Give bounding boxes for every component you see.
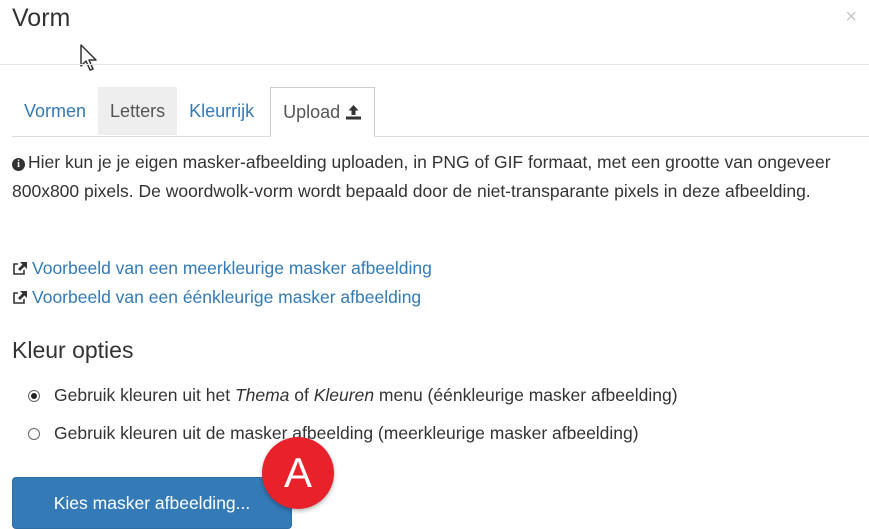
color-options-heading: Kleur opties bbox=[12, 337, 134, 363]
header-divider bbox=[0, 64, 869, 65]
radio-label-emphasis: Thema bbox=[234, 385, 290, 405]
radio-label-part: of bbox=[289, 385, 314, 405]
color-option-mask: Gebruik kleuren uit de masker afbeelding… bbox=[28, 423, 639, 444]
example-link-multicolor[interactable]: Voorbeeld van een meerkleurige masker af… bbox=[12, 258, 432, 279]
info-circle-icon: i bbox=[12, 158, 25, 171]
tab-label: Kleurrijk bbox=[189, 101, 255, 121]
external-link-icon bbox=[13, 262, 27, 275]
upload-icon bbox=[346, 105, 362, 120]
tab-vormen[interactable]: Vormen bbox=[12, 87, 98, 135]
link-label: Voorbeeld van een éénkleurige masker afb… bbox=[32, 287, 422, 307]
info-text: Hier kun je je eigen masker-afbeelding u… bbox=[12, 152, 831, 201]
tab-bar: Vormen Letters Kleurrijk Upload bbox=[12, 87, 869, 137]
radio-mask-colors[interactable] bbox=[28, 427, 40, 440]
radio-label-emphasis: Kleuren bbox=[313, 385, 375, 405]
annotation-badge: A bbox=[262, 437, 334, 509]
upload-info-text: i Hier kun je je eigen masker-afbeelding … bbox=[12, 148, 842, 206]
mouse-pointer-icon bbox=[80, 44, 98, 77]
tab-kleurrijk[interactable]: Kleurrijk bbox=[177, 87, 266, 135]
tab-label: Vormen bbox=[24, 101, 87, 121]
radio-label-part: Gebruik kleuren uit het bbox=[54, 385, 235, 405]
tab-label: Upload bbox=[283, 102, 341, 122]
example-link-single-color[interactable]: Voorbeeld van een éénkleurige masker afb… bbox=[12, 287, 421, 308]
close-button[interactable]: × bbox=[845, 6, 857, 29]
tab-upload[interactable]: Upload bbox=[270, 87, 376, 137]
external-link-icon bbox=[13, 291, 27, 304]
tab-letters[interactable]: Letters bbox=[98, 87, 178, 135]
tab-label: Letters bbox=[110, 101, 166, 121]
radio-label: Gebruik kleuren uit de masker afbeelding… bbox=[54, 423, 639, 443]
radio-label-part: menu (éénkleurige masker afbeelding) bbox=[374, 385, 678, 405]
color-option-theme: Gebruik kleuren uit het Thema of Kleuren… bbox=[28, 385, 678, 406]
dialog-title: Vorm bbox=[12, 4, 71, 32]
radio-label: Gebruik kleuren uit het Thema of Kleuren… bbox=[54, 385, 678, 406]
link-label: Voorbeeld van een meerkleurige masker af… bbox=[32, 258, 432, 278]
radio-theme-colors[interactable] bbox=[28, 389, 40, 402]
choose-mask-image-button[interactable]: Kies masker afbeelding... bbox=[12, 477, 292, 529]
